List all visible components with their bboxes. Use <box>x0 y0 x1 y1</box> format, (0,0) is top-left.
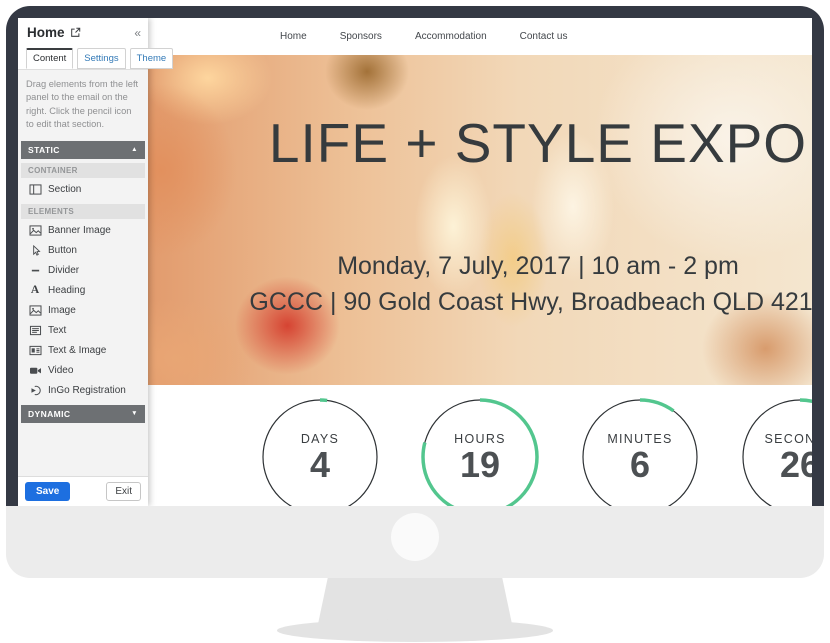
heading-icon: A <box>28 285 42 297</box>
email-preview: Home Sponsors Accommodation Contact us LIFE… <box>148 18 812 506</box>
tab-content[interactable]: Content <box>26 48 73 69</box>
item-label: Button <box>48 245 77 256</box>
external-link-icon[interactable] <box>70 27 81 38</box>
nav-list: Home Sponsors Accommodation Contact us <box>280 18 567 55</box>
section-icon <box>28 184 42 196</box>
dynamic-section-header[interactable]: DYNAMIC ▼ <box>21 405 145 423</box>
divider-icon <box>28 265 42 277</box>
screen: Home « ContentSettingsTheme Drag element… <box>18 18 812 506</box>
countdown-circle-seconds: SECONDS26 <box>741 398 812 506</box>
container-items: Section <box>18 180 148 200</box>
item-label: Heading <box>48 285 85 296</box>
hero-location: GCCC | 90 Gold Coast Hwy, Broadbeach QLD… <box>148 288 812 317</box>
item-label: InGo Registration <box>48 385 126 396</box>
nav-item-home[interactable]: Home <box>280 31 307 42</box>
panel-item-image[interactable]: Image <box>18 301 148 321</box>
countdown-circle-hours: HOURS19 <box>421 398 539 506</box>
static-section-header[interactable]: STATIC ▲ <box>21 141 145 159</box>
image-icon <box>28 305 42 317</box>
monitor-stand-neck <box>318 578 512 624</box>
editor-panel: Home « ContentSettingsTheme Drag element… <box>18 18 148 506</box>
hero-datetime: Monday, 7 July, 2017 | 10 am - 2 pm <box>148 252 812 281</box>
item-label: Divider <box>48 265 79 276</box>
save-button[interactable]: Save <box>25 482 70 501</box>
nav-item-accommodation[interactable]: Accommodation <box>415 31 487 42</box>
page: Home « ContentSettingsTheme Drag element… <box>0 0 830 643</box>
panel-body: Drag elements from the left panel to the… <box>18 69 148 476</box>
element-items: Banner Image Button Divider A Heading Image Te… <box>18 221 148 401</box>
panel-item-text[interactable]: Text <box>18 321 148 341</box>
item-label: Video <box>48 365 73 376</box>
countdown-text: SECONDS26 <box>741 398 812 506</box>
tab-settings[interactable]: Settings <box>77 48 125 69</box>
countdown-value: 26 <box>780 446 812 484</box>
elements-group-label: ELEMENTS <box>21 204 145 219</box>
static-label: STATIC <box>28 145 60 155</box>
container-group-label: CONTAINER <box>21 163 145 178</box>
panel-item-text-image[interactable]: Text & Image <box>18 341 148 361</box>
countdown-text: DAYS4 <box>261 398 379 506</box>
panel-item-banner-image[interactable]: Banner Image <box>18 221 148 241</box>
panel-header: Home « <box>18 18 148 45</box>
banner-image-icon <box>28 225 42 237</box>
nav-item-contact-us[interactable]: Contact us <box>520 31 568 42</box>
panel-item-video[interactable]: Video <box>18 361 148 381</box>
site-nav: Home Sponsors Accommodation Contact us <box>148 18 812 55</box>
instruction-text: Drag elements from the left panel to the… <box>26 78 140 132</box>
item-label: Image <box>48 305 76 316</box>
countdown-value: 4 <box>310 446 330 484</box>
panel-tabs: ContentSettingsTheme <box>18 45 148 69</box>
exit-button[interactable]: Exit <box>106 482 141 501</box>
hero-text: LIFE + STYLE EXPO Monday, 7 July, 2017 |… <box>148 55 812 385</box>
item-label: Text & Image <box>48 345 106 356</box>
countdown-value: 19 <box>460 446 500 484</box>
panel-item-heading[interactable]: A Heading <box>18 281 148 301</box>
monitor-home-button <box>391 513 439 561</box>
dynamic-label: DYNAMIC <box>28 409 70 419</box>
countdown-text: MINUTES6 <box>581 398 699 506</box>
hero-banner-section[interactable]: LIFE + STYLE EXPO Monday, 7 July, 2017 |… <box>148 55 812 385</box>
hero-title: LIFE + STYLE EXPO <box>148 111 812 175</box>
nav-item-sponsors[interactable]: Sponsors <box>340 31 382 42</box>
panel-item-divider[interactable]: Divider <box>18 261 148 281</box>
countdown-value: 6 <box>630 446 650 484</box>
countdown-text: HOURS19 <box>421 398 539 506</box>
panel-item-section[interactable]: Section <box>18 180 148 200</box>
countdown-circle-minutes: MINUTES6 <box>581 398 699 506</box>
item-label: Banner Image <box>48 225 111 236</box>
chevron-up-icon: ▲ <box>131 146 138 153</box>
collapse-panel-icon[interactable]: « <box>134 27 141 39</box>
item-label: Section <box>48 184 81 195</box>
countdown-section[interactable]: DAYS4 HOURS19 MINUTES6 SECONDS26 <box>148 385 812 506</box>
panel-item-ingo-registration[interactable]: InGo Registration <box>18 381 148 401</box>
countdown-circle-days: DAYS4 <box>261 398 379 506</box>
text-icon <box>28 325 42 337</box>
panel-item-button[interactable]: Button <box>18 241 148 261</box>
chevron-down-icon: ▼ <box>131 410 138 417</box>
page-title: Home <box>27 25 65 40</box>
item-label: Text <box>48 325 66 336</box>
monitor-stand-base <box>277 619 553 642</box>
tab-theme[interactable]: Theme <box>130 48 174 69</box>
text-image-icon <box>28 345 42 357</box>
button-icon <box>28 245 42 257</box>
panel-footer: Save Exit <box>18 476 148 506</box>
video-icon <box>28 365 42 377</box>
ingo-icon <box>28 385 42 397</box>
